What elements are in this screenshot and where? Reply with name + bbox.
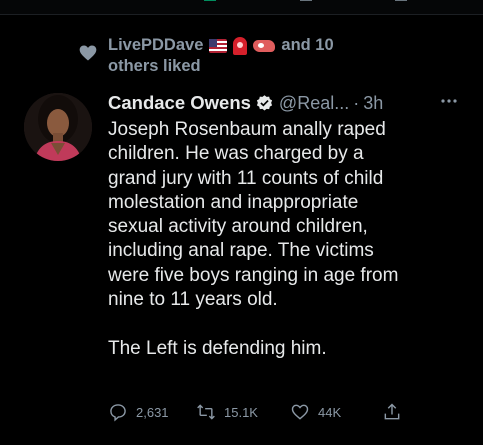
retweet-count: 15.1K	[224, 404, 258, 420]
share-icon[interactable]	[393, 0, 409, 6]
handle[interactable]: @Real...	[279, 93, 349, 114]
siren-emoji	[233, 36, 248, 55]
retweet-icon	[197, 404, 215, 420]
verified-badge-icon	[256, 94, 273, 111]
emoji-icon	[253, 39, 276, 52]
like-count: 44K	[318, 404, 342, 420]
share-icon	[384, 403, 400, 420]
previous-tweet-action-strip	[0, 0, 483, 15]
like-icon[interactable]	[298, 0, 314, 6]
tweet-actions: 2,631 15.1K 44K	[108, 402, 438, 430]
reply-count: 2,631	[136, 404, 169, 420]
social-context[interactable]: LivePDDave and 10 others liked	[108, 36, 438, 76]
liked-by-text: others liked	[108, 57, 201, 75]
heart-icon	[79, 45, 97, 61]
tweet-header: Candace Owens @Real... · 3h	[108, 90, 478, 116]
liked-count-text: and 10	[281, 36, 334, 54]
like-icon	[291, 404, 309, 420]
retweet-button[interactable]: 15.1K	[196, 402, 258, 422]
reply-icon[interactable]	[112, 0, 128, 6]
retweet-icon[interactable]	[202, 0, 218, 6]
timestamp[interactable]: 3h	[363, 93, 383, 114]
like-button[interactable]: 44K	[290, 402, 341, 422]
liker-name[interactable]: LivePDDave	[108, 36, 203, 55]
us-flag-emoji	[209, 38, 228, 53]
separator: ·	[353, 92, 360, 113]
reply-button[interactable]: 2,631	[108, 402, 169, 422]
avatar[interactable]	[24, 93, 92, 161]
more-icon[interactable]	[440, 96, 458, 106]
share-button[interactable]	[382, 402, 402, 422]
tweet-text: Joseph Rosenbaum anally raped children. …	[108, 119, 399, 359]
reply-icon	[110, 404, 126, 422]
display-name[interactable]: Candace Owens	[108, 92, 251, 114]
